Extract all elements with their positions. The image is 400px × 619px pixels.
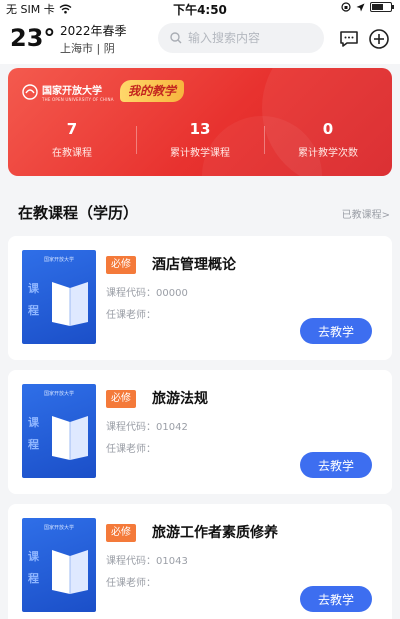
stat-label: 累计教学课程 bbox=[170, 148, 230, 159]
university-name: 国家开放大学 bbox=[42, 86, 102, 97]
stat-total-sessions[interactable]: 0 累计教学次数 bbox=[264, 114, 392, 170]
cover-university: 国家开放大学 bbox=[43, 391, 74, 397]
search-icon bbox=[170, 32, 182, 44]
course-name: 旅游工作者素质修养 bbox=[152, 525, 278, 541]
go-teach-button[interactable]: 去教学 bbox=[300, 452, 372, 478]
stat-label: 累计教学次数 bbox=[298, 148, 358, 159]
course-code: 课程代码：01043 bbox=[106, 556, 188, 567]
course-cover: 国家开放大学 课 程 bbox=[22, 518, 96, 612]
cover-university: 国家开放大学 bbox=[43, 257, 74, 263]
stat-value: 7 bbox=[66, 120, 78, 138]
course-teacher: 任课老师： bbox=[106, 310, 156, 321]
taught-courses-link[interactable]: 已教课程> bbox=[342, 206, 390, 221]
course-cover: 国家开放大学 课 程 bbox=[22, 250, 96, 344]
stat-teaching-courses[interactable]: 7 在教课程 bbox=[8, 114, 136, 170]
location-arrow-icon bbox=[356, 3, 365, 11]
course-card[interactable]: 国家开放大学 课 程 必修 酒店管理概论 课程代码：00000 任课老师： 去教… bbox=[8, 236, 392, 360]
cover-university: 国家开放大学 bbox=[43, 525, 74, 531]
battery-icon bbox=[370, 2, 394, 12]
search-box[interactable] bbox=[158, 23, 324, 53]
section-header: 在教课程（学历） 已教课程> bbox=[0, 194, 400, 228]
term-label: 2022年春季 bbox=[60, 24, 127, 38]
cover-char: 课 bbox=[28, 282, 39, 295]
course-name: 酒店管理概论 bbox=[152, 257, 236, 273]
course-code: 课程代码：01042 bbox=[106, 422, 188, 433]
cover-char: 程 bbox=[28, 572, 39, 585]
teaching-banner: 国家开放大学 THE OPEN UNIVERSITY OF CHINA 我的教学… bbox=[8, 68, 392, 176]
cover-char: 课 bbox=[28, 416, 39, 429]
section-title: 在教课程（学历） bbox=[18, 204, 139, 222]
required-badge: 必修 bbox=[106, 524, 136, 542]
book-icon bbox=[52, 282, 88, 326]
search-input[interactable] bbox=[188, 31, 308, 45]
cover-char: 程 bbox=[28, 304, 39, 317]
go-teach-button[interactable]: 去教学 bbox=[300, 318, 372, 344]
header: 23° 2022年春季 上海市 | 阴 bbox=[0, 16, 400, 64]
university-logo: 国家开放大学 THE OPEN UNIVERSITY OF CHINA bbox=[22, 82, 114, 102]
go-teach-button[interactable]: 去教学 bbox=[300, 586, 372, 612]
stat-value: 0 bbox=[322, 120, 334, 138]
course-code: 课程代码：00000 bbox=[106, 288, 188, 299]
course-teacher: 任课老师： bbox=[106, 578, 156, 589]
city-weather: 上海市 | 阴 bbox=[60, 42, 115, 55]
course-card[interactable]: 国家开放大学 课 程 必修 旅游工作者素质修养 课程代码：01043 任课老师：… bbox=[8, 504, 392, 619]
course-cover: 国家开放大学 课 程 bbox=[22, 384, 96, 478]
required-badge: 必修 bbox=[106, 390, 136, 408]
required-badge: 必修 bbox=[106, 256, 136, 274]
cover-char: 课 bbox=[28, 550, 39, 563]
course-teacher: 任课老师： bbox=[106, 444, 156, 455]
book-icon bbox=[52, 550, 88, 594]
my-teaching-tag: 我的教学 bbox=[120, 80, 185, 102]
course-name: 旅游法规 bbox=[152, 391, 208, 407]
book-icon bbox=[52, 416, 88, 460]
temperature: 23° bbox=[10, 24, 56, 52]
rotation-lock-icon bbox=[341, 2, 351, 12]
stat-value: 13 bbox=[189, 120, 211, 138]
status-right bbox=[341, 2, 394, 12]
stat-label: 在教课程 bbox=[52, 148, 92, 159]
stats-row: 7 在教课程 13 累计教学课程 0 累计教学次数 bbox=[8, 114, 392, 170]
university-subtitle: THE OPEN UNIVERSITY OF CHINA bbox=[42, 97, 114, 102]
status-bar: 无 SIM 卡 下午4:50 bbox=[0, 0, 400, 17]
course-card[interactable]: 国家开放大学 课 程 必修 旅游法规 课程代码：01042 任课老师： 去教学 bbox=[8, 370, 392, 494]
add-circle-icon[interactable] bbox=[368, 28, 390, 50]
cover-char: 程 bbox=[28, 438, 39, 451]
university-emblem-icon bbox=[22, 84, 38, 100]
chat-icon[interactable] bbox=[338, 28, 360, 50]
stat-total-courses[interactable]: 13 累计教学课程 bbox=[136, 114, 264, 170]
